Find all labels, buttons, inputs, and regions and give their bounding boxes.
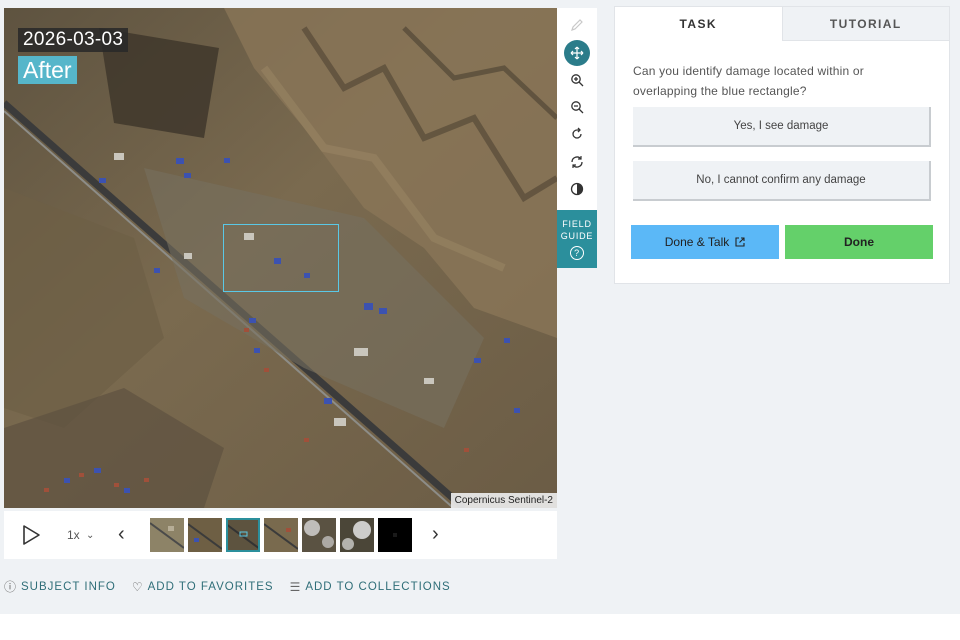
image-viewer[interactable]: 2026-03-03 After Copernicus Sentinel-2 xyxy=(4,8,557,508)
help-icon: ? xyxy=(570,246,584,260)
subject-actions: ⓘ SUBJECT INFO ♡ ADD TO FAVORITES ☰ ADD … xyxy=(4,578,451,595)
image-toolbar: FIELD GUIDE ? xyxy=(557,8,597,268)
frame-thumbnail-1[interactable] xyxy=(150,518,184,552)
done-and-talk-label: Done & Talk xyxy=(664,235,730,249)
invert-icon[interactable] xyxy=(564,176,590,202)
move-icon[interactable] xyxy=(564,40,590,66)
field-guide-label-1: FIELD xyxy=(562,219,592,229)
reset-icon[interactable] xyxy=(564,149,590,175)
list-icon: ☰ xyxy=(289,579,302,594)
info-icon: ⓘ xyxy=(4,580,18,594)
frame-thumbnail-5[interactable] xyxy=(302,518,336,552)
subject-info-label: SUBJECT INFO xyxy=(21,580,116,593)
next-frame-button[interactable]: › xyxy=(432,523,439,546)
answer-no-button[interactable]: No, I cannot confirm any damage xyxy=(633,161,931,201)
task-panel: TASK TUTORIAL Can you identify damage lo… xyxy=(614,6,950,284)
subject-info-link[interactable]: ⓘ SUBJECT INFO xyxy=(4,578,116,595)
rotate-icon[interactable] xyxy=(564,121,590,147)
add-to-favorites-link[interactable]: ♡ ADD TO FAVORITES xyxy=(132,578,274,595)
speed-select[interactable]: 1x xyxy=(67,528,80,542)
zoom-in-icon[interactable] xyxy=(564,67,590,93)
add-to-collections-label: ADD TO COLLECTIONS xyxy=(305,580,451,593)
frame-thumbnail-6[interactable] xyxy=(340,518,374,552)
after-label: After xyxy=(18,56,77,84)
field-guide-label-2: GUIDE xyxy=(560,231,594,241)
frame-thumbnail-4[interactable] xyxy=(264,518,298,552)
tab-task[interactable]: TASK xyxy=(615,7,782,41)
chevron-down-icon[interactable]: ⌄ xyxy=(86,530,94,541)
frame-thumbnail-3[interactable] xyxy=(226,518,260,552)
field-guide-button[interactable]: FIELD GUIDE ? xyxy=(557,210,597,268)
panel-tabs: TASK TUTORIAL xyxy=(615,7,949,41)
pencil-icon[interactable] xyxy=(564,12,590,38)
answer-yes-button[interactable]: Yes, I see damage xyxy=(633,107,931,147)
image-credit: Copernicus Sentinel-2 xyxy=(450,493,557,508)
done-button[interactable]: Done xyxy=(785,225,933,259)
tab-tutorial[interactable]: TUTORIAL xyxy=(781,7,949,41)
frame-thumbnail-2[interactable] xyxy=(188,518,222,552)
add-to-collections-link[interactable]: ☰ ADD TO COLLECTIONS xyxy=(290,578,451,595)
task-actions: Done & Talk Done xyxy=(631,225,933,259)
frame-player: 1x ⌄ ‹ › xyxy=(4,511,557,559)
frame-thumbnails xyxy=(150,518,412,552)
previous-frame-button[interactable]: ‹ xyxy=(118,523,125,546)
play-icon[interactable] xyxy=(20,524,42,546)
task-question: Can you identify damage located within o… xyxy=(633,64,864,98)
done-and-talk-button[interactable]: Done & Talk xyxy=(631,225,779,259)
add-to-favorites-label: ADD TO FAVORITES xyxy=(147,580,274,593)
damage-rectangle xyxy=(223,224,339,292)
heart-icon: ♡ xyxy=(131,579,144,594)
date-label: 2026-03-03 xyxy=(18,28,129,52)
page-bottom-strip xyxy=(0,614,960,640)
external-link-icon xyxy=(735,237,745,247)
frame-thumbnail-7[interactable] xyxy=(378,518,412,552)
zoom-out-icon[interactable] xyxy=(564,94,590,120)
